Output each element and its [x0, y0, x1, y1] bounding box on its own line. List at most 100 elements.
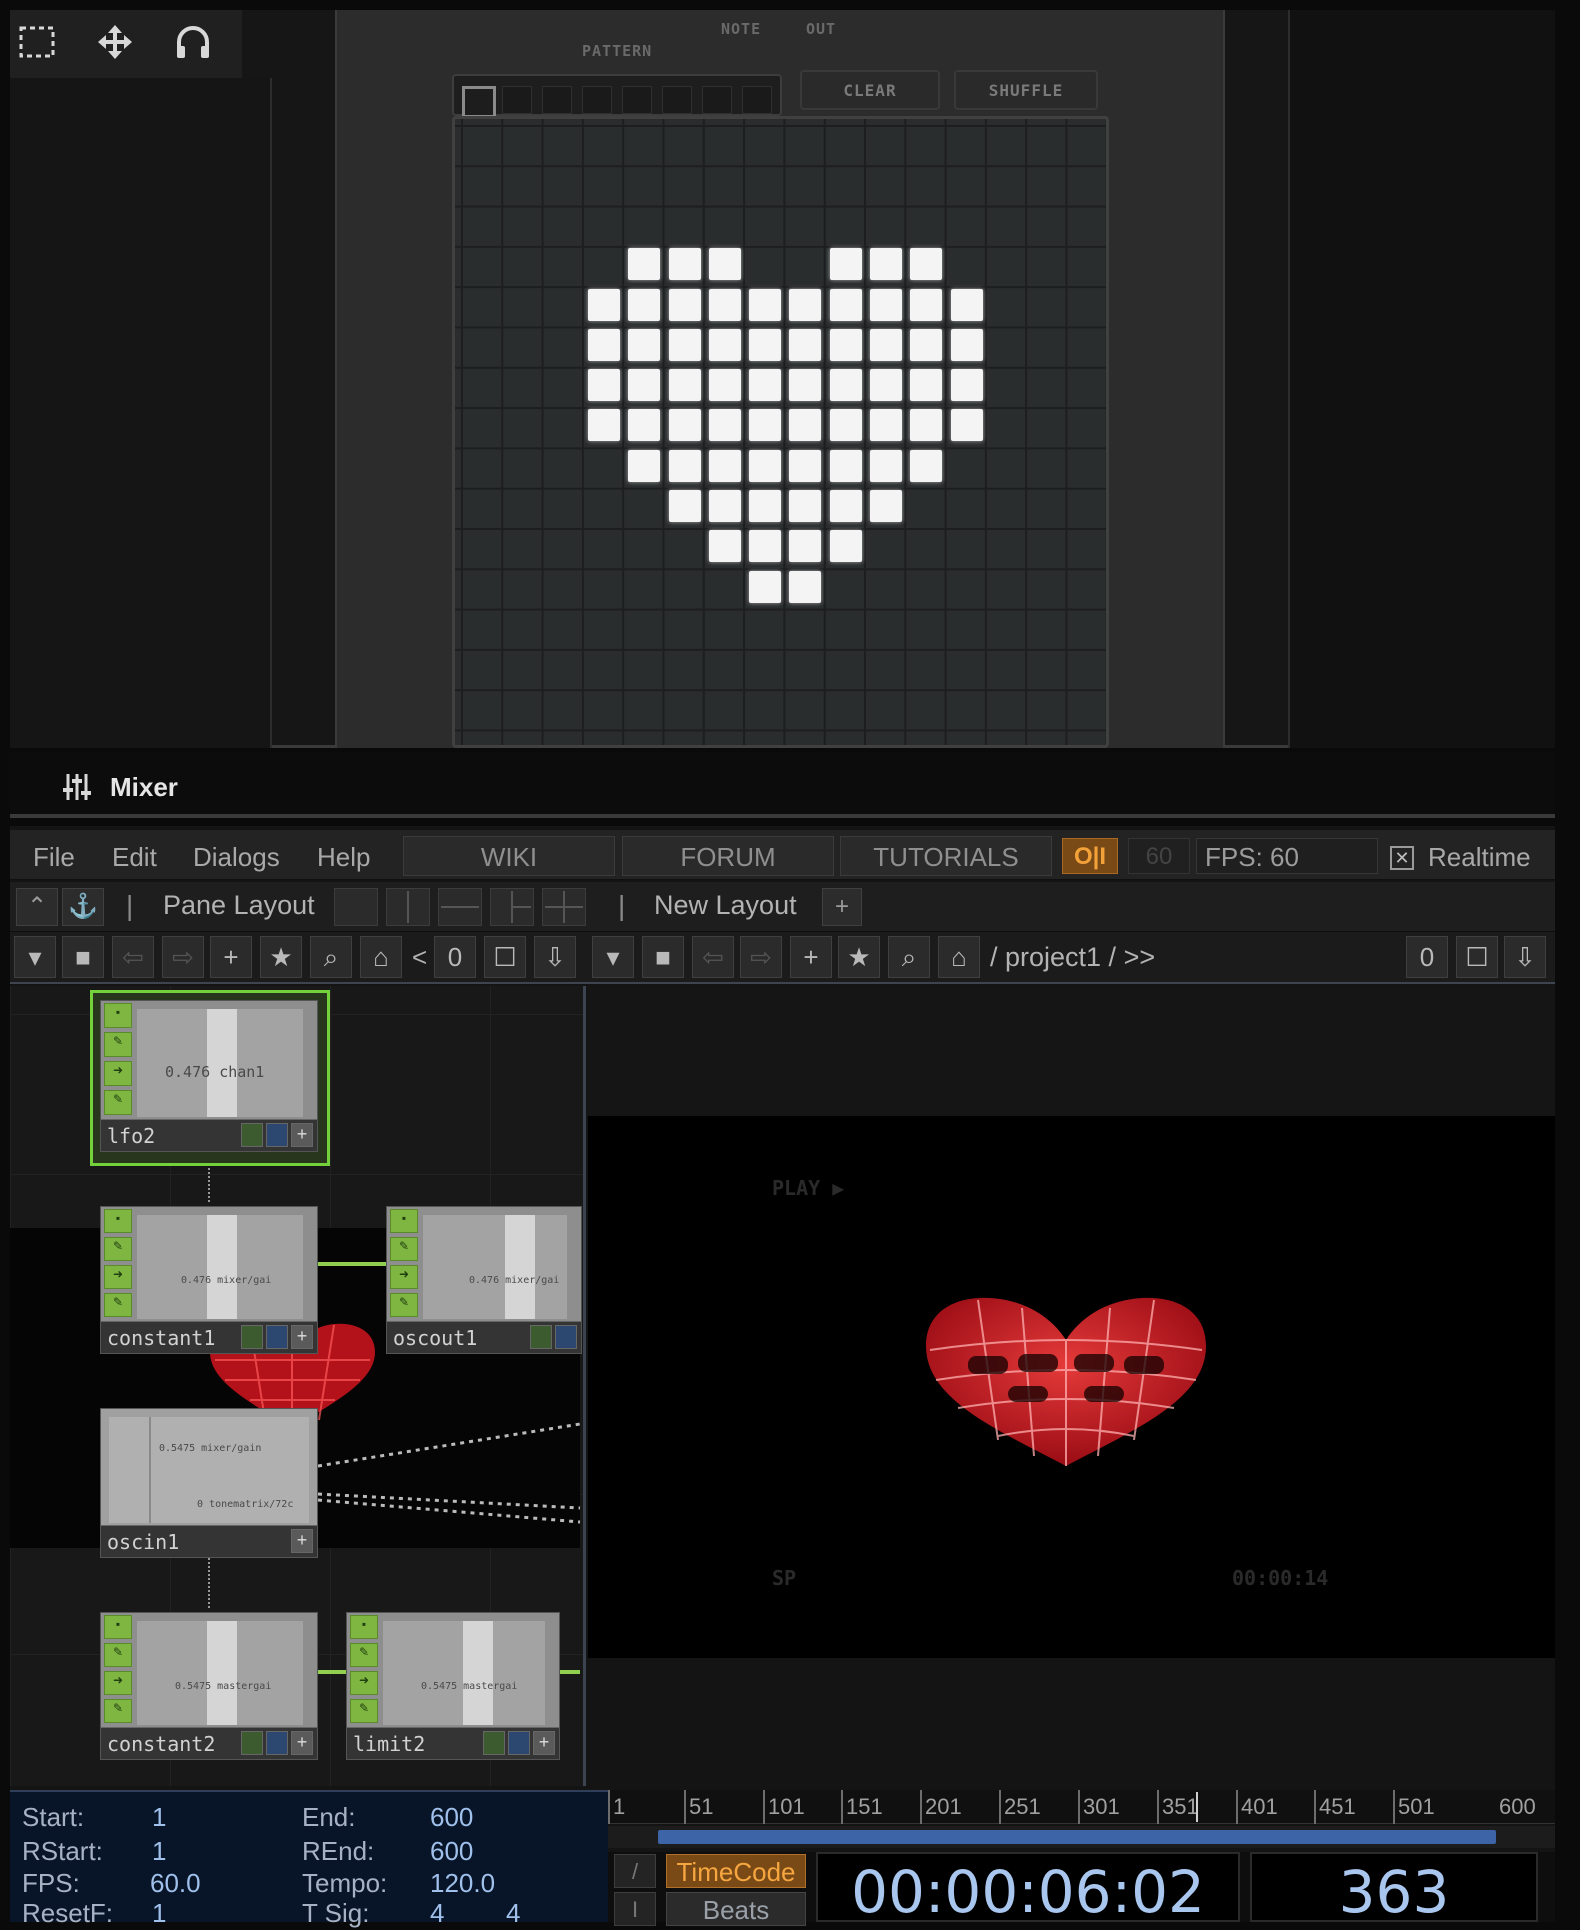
menu-file[interactable]: File: [33, 842, 75, 873]
forward-icon[interactable]: ⇨: [740, 936, 782, 978]
active-note-pad[interactable]: [668, 248, 701, 281]
active-note-pad[interactable]: [829, 328, 862, 361]
active-note-pad[interactable]: [628, 449, 661, 482]
anchor-icon[interactable]: ⚓: [62, 888, 104, 926]
tempo-value[interactable]: 120.0: [430, 1868, 495, 1899]
active-note-pad[interactable]: [870, 490, 902, 522]
right-level-field[interactable]: 0: [1406, 936, 1448, 978]
active-note-pad[interactable]: [749, 490, 782, 522]
back-icon[interactable]: ⇦: [112, 936, 154, 978]
pattern-slot-1[interactable]: [462, 86, 496, 118]
active-note-pad[interactable]: [789, 570, 822, 603]
bookmark-star-icon[interactable]: ★: [838, 936, 880, 978]
pattern-slot[interactable]: [742, 86, 772, 114]
layout-toggle-icon[interactable]: ⌃: [16, 888, 58, 926]
active-note-pad[interactable]: [910, 409, 943, 442]
active-note-pad[interactable]: [870, 288, 902, 321]
menu-dialogs[interactable]: Dialogs: [193, 842, 280, 873]
active-note-pad[interactable]: [789, 328, 822, 361]
slash-icon[interactable]: /: [614, 1854, 656, 1888]
layout-four-pane-icon[interactable]: [542, 888, 586, 926]
active-note-pad[interactable]: [628, 328, 661, 361]
active-note-pad[interactable]: [910, 328, 943, 361]
pane-menu-icon[interactable]: ▾: [592, 936, 634, 978]
level-lt[interactable]: <: [412, 942, 427, 973]
pattern-slot[interactable]: [662, 86, 692, 114]
active-note-pad[interactable]: [708, 328, 741, 361]
tutorials-button[interactable]: TUTORIALS: [840, 836, 1052, 876]
active-note-pad[interactable]: [749, 449, 782, 482]
forum-button[interactable]: FORUM: [622, 836, 834, 876]
home-icon[interactable]: ⌂: [938, 936, 980, 978]
frame-display[interactable]: 363: [1250, 1852, 1538, 1926]
active-note-pad[interactable]: [829, 409, 862, 442]
network-path[interactable]: / project1 / >>: [990, 942, 1155, 973]
constant1-node[interactable]: ▪ ✎ ➜ ✎ 0.476 mixer/gai constant1 +: [100, 1206, 318, 1354]
pattern-slot[interactable]: [502, 86, 532, 114]
shuffle-button[interactable]: SHUFFLE: [954, 70, 1098, 110]
active-note-pad[interactable]: [829, 248, 862, 281]
active-note-pad[interactable]: [668, 490, 701, 522]
active-note-pad[interactable]: [789, 449, 822, 482]
active-note-pad[interactable]: [708, 449, 741, 482]
active-note-pad[interactable]: [870, 409, 902, 442]
active-note-pad[interactable]: [668, 409, 701, 442]
forward-icon[interactable]: ⇨: [162, 936, 204, 978]
timecode-display[interactable]: 00:00:06:02: [816, 1852, 1240, 1926]
active-note-pad[interactable]: [628, 409, 661, 442]
active-note-pad[interactable]: [628, 288, 661, 321]
rend-value[interactable]: 600: [430, 1836, 473, 1867]
note-grid[interactable]: [452, 116, 1109, 748]
active-note-pad[interactable]: [708, 369, 741, 402]
constant2-node[interactable]: ▪ ✎ ➜ ✎ 0.5475 mastergai constant2 +: [100, 1612, 318, 1760]
active-note-pad[interactable]: [829, 369, 862, 402]
active-note-pad[interactable]: [870, 328, 902, 361]
active-note-pad[interactable]: [789, 530, 822, 563]
left-level-field[interactable]: 0: [434, 936, 476, 978]
tsig-value-b[interactable]: 4: [506, 1898, 520, 1929]
active-note-pad[interactable]: [829, 530, 862, 563]
active-note-pad[interactable]: [789, 409, 822, 442]
realtime-checkbox[interactable]: ✕: [1390, 846, 1414, 870]
start-value[interactable]: 1: [152, 1802, 166, 1833]
bookmark-star-icon[interactable]: ★: [260, 936, 302, 978]
active-note-pad[interactable]: [789, 369, 822, 402]
pattern-slot[interactable]: [542, 86, 572, 114]
active-note-pad[interactable]: [668, 328, 701, 361]
active-note-pad[interactable]: [749, 369, 782, 402]
clear-button[interactable]: CLEAR: [800, 70, 940, 110]
active-note-pad[interactable]: [870, 369, 902, 402]
layout-split-vertical-icon[interactable]: [386, 888, 430, 926]
home-icon[interactable]: ⌂: [360, 936, 402, 978]
active-note-pad[interactable]: [628, 369, 661, 402]
down-arrow-icon[interactable]: ⇩: [1504, 936, 1546, 978]
active-note-pad[interactable]: [628, 248, 661, 281]
active-note-pad[interactable]: [668, 449, 701, 482]
end-value[interactable]: 600: [430, 1802, 473, 1833]
layout-split-horizontal-icon[interactable]: [438, 888, 482, 926]
active-note-pad[interactable]: [708, 490, 741, 522]
rstart-value[interactable]: 1: [152, 1836, 166, 1867]
active-note-pad[interactable]: [870, 449, 902, 482]
active-note-pad[interactable]: [910, 288, 943, 321]
wiki-button[interactable]: WIKI: [403, 836, 615, 876]
active-note-pad[interactable]: [749, 530, 782, 563]
active-note-pad[interactable]: [708, 248, 741, 281]
active-note-pad[interactable]: [587, 369, 620, 402]
active-note-pad[interactable]: [910, 369, 943, 402]
menu-help[interactable]: Help: [317, 842, 370, 873]
back-icon[interactable]: ⇦: [692, 936, 734, 978]
active-note-pad[interactable]: [587, 409, 620, 442]
marquee-select-icon[interactable]: [14, 22, 60, 68]
active-note-pad[interactable]: [708, 288, 741, 321]
menu-edit[interactable]: Edit: [112, 842, 157, 873]
pattern-slot[interactable]: [582, 86, 612, 114]
active-note-pad[interactable]: [789, 288, 822, 321]
add-op-icon[interactable]: +: [790, 936, 832, 978]
playhead[interactable]: [1196, 1792, 1198, 1822]
active-note-pad[interactable]: [708, 409, 741, 442]
active-note-pad[interactable]: [829, 449, 862, 482]
pattern-slot[interactable]: [702, 86, 732, 114]
active-note-pad[interactable]: [829, 288, 862, 321]
layout-three-pane-icon[interactable]: [490, 888, 534, 926]
